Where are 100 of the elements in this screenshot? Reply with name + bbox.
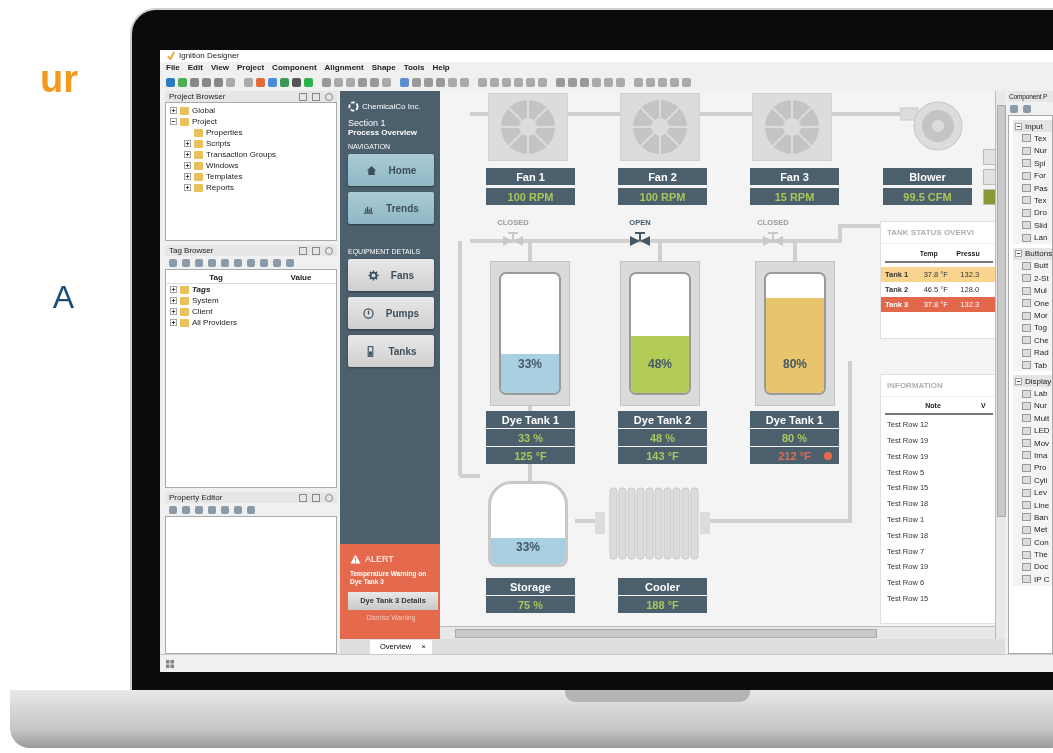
palette-item[interactable]: Pas <box>1034 183 1048 193</box>
palette-item[interactable]: Tex <box>1034 195 1047 205</box>
palette-item[interactable]: Dro <box>1034 208 1047 218</box>
palette-item[interactable]: Con <box>1034 537 1049 547</box>
palette-item[interactable]: Lab <box>1034 389 1048 398</box>
restore-icon[interactable] <box>299 92 307 101</box>
nav-button[interactable]: Pumps <box>348 297 434 330</box>
tank-level-text: 33% <box>515 540 541 555</box>
palette-item[interactable]: Doc <box>1034 562 1049 572</box>
gear-icon <box>367 269 379 281</box>
tree-item[interactable]: Project <box>192 117 217 127</box>
palette-item[interactable]: Mult <box>1034 413 1050 423</box>
nav-button[interactable]: Home <box>348 154 434 187</box>
expander-icon[interactable] <box>1015 250 1022 258</box>
restore-icon[interactable] <box>299 493 307 502</box>
palette-item[interactable]: Tex <box>1034 133 1047 143</box>
expander-icon[interactable] <box>184 151 191 159</box>
expander-icon[interactable] <box>170 297 177 305</box>
palette-item[interactable]: Pro <box>1034 463 1047 473</box>
tree-item[interactable]: Templates <box>206 172 243 182</box>
expander-icon[interactable] <box>170 286 177 294</box>
alert-title: ALERT <box>365 554 394 565</box>
tree-item[interactable]: Scripts <box>206 139 231 149</box>
palette-item[interactable]: Rad <box>1034 348 1049 358</box>
tree-item[interactable]: Properties <box>206 128 243 138</box>
horizontal-scrollbar[interactable] <box>440 626 995 640</box>
tree-item[interactable]: Client <box>192 307 213 317</box>
tank-level-text: 33% <box>517 357 543 372</box>
expander-icon[interactable] <box>184 184 191 192</box>
menu-item[interactable]: View <box>210 63 229 73</box>
menu-item[interactable]: Tools <box>403 63 425 73</box>
tree-item[interactable]: Tags <box>192 285 211 295</box>
palette-item[interactable]: Slid <box>1034 220 1048 230</box>
menu-item[interactable]: File <box>166 63 180 73</box>
palette-item[interactable]: Butt <box>1034 261 1049 271</box>
palette-item[interactable]: Mul <box>1034 286 1047 296</box>
headline-text: ur <box>40 58 78 101</box>
equipment-name: Cooler <box>618 578 707 596</box>
palette-item[interactable]: Spi <box>1034 158 1046 168</box>
expander-icon[interactable] <box>170 118 177 126</box>
tree-item[interactable]: Global <box>192 106 216 116</box>
tree-item[interactable]: System <box>192 296 219 306</box>
menu-item[interactable]: Shape <box>371 63 396 73</box>
menu-item[interactable]: Project <box>237 63 265 73</box>
palette-item[interactable]: LED <box>1034 426 1050 436</box>
nav-button[interactable]: Fans <box>348 259 434 292</box>
palette-item[interactable]: Met <box>1034 525 1048 535</box>
nav-button[interactable]: Tanks <box>348 335 434 368</box>
palette-item[interactable]: Che <box>1034 335 1049 345</box>
blower-drawing <box>900 100 964 153</box>
equipment-reading: 15 RPM <box>750 188 839 206</box>
tree-item[interactable]: Transaction Groups <box>206 150 276 160</box>
palette-item[interactable]: Cyli <box>1034 475 1048 485</box>
panel-title: Project Browser <box>169 92 226 102</box>
expander-icon[interactable] <box>184 162 191 170</box>
expander-icon[interactable] <box>170 107 177 115</box>
palette-item[interactable]: Nur <box>1034 146 1047 156</box>
menu-item[interactable]: Alignment <box>324 63 364 73</box>
expander-icon[interactable] <box>184 140 191 148</box>
palette-item[interactable]: Ima <box>1034 450 1048 460</box>
side-button[interactable] <box>983 169 995 186</box>
palette-item[interactable]: Tab <box>1034 360 1047 370</box>
tree-item[interactable]: All Providers <box>192 318 237 328</box>
expander-icon[interactable] <box>170 308 177 316</box>
nav-button[interactable]: Trends <box>348 192 434 225</box>
column-header: Tag <box>208 273 224 283</box>
menu-item[interactable]: Component <box>272 63 317 73</box>
close-tab-button[interactable]: × <box>421 639 432 654</box>
palette-item[interactable]: Ban <box>1034 512 1049 522</box>
restore-icon[interactable] <box>299 246 307 255</box>
palette-item[interactable]: The <box>1034 550 1048 560</box>
palette-item[interactable]: Lev <box>1034 488 1047 498</box>
palette-item[interactable]: Nur <box>1034 401 1047 411</box>
palette-item[interactable]: 2-St <box>1034 273 1049 283</box>
tank-temperature: 143 °F <box>618 447 707 465</box>
side-button[interactable] <box>983 149 995 166</box>
palette-item[interactable]: For <box>1034 171 1046 181</box>
equipment-name: Fan 2 <box>618 168 707 186</box>
palette-item[interactable]: IP C <box>1034 574 1050 584</box>
menu-item[interactable]: Help <box>432 63 450 73</box>
expander-icon[interactable] <box>1015 377 1022 385</box>
side-button[interactable] <box>983 189 995 206</box>
tank-fill-reading: 33 % <box>486 429 575 447</box>
palette-item[interactable]: Mov <box>1034 438 1050 448</box>
palette-item[interactable]: Tog <box>1034 323 1047 333</box>
expander-icon[interactable] <box>1015 122 1022 130</box>
palette-item[interactable]: Mor <box>1034 311 1048 321</box>
menu-item[interactable]: Edit <box>187 63 203 73</box>
expander-icon[interactable] <box>184 173 191 181</box>
tree-item[interactable]: Windows <box>206 161 239 171</box>
expander-icon[interactable] <box>170 319 177 327</box>
palette-item[interactable]: One <box>1034 298 1050 308</box>
tank-name: Dye Tank 2 <box>618 411 707 429</box>
tree-item[interactable]: Reports <box>206 183 234 193</box>
panel-title: Tag Browser <box>169 246 214 256</box>
grid-icon[interactable] <box>166 659 174 668</box>
palette-item[interactable]: Lan <box>1034 233 1048 243</box>
vertical-scrollbar[interactable] <box>995 91 1005 640</box>
palette-item[interactable]: Line <box>1034 500 1050 510</box>
alarm-dot <box>824 452 832 461</box>
